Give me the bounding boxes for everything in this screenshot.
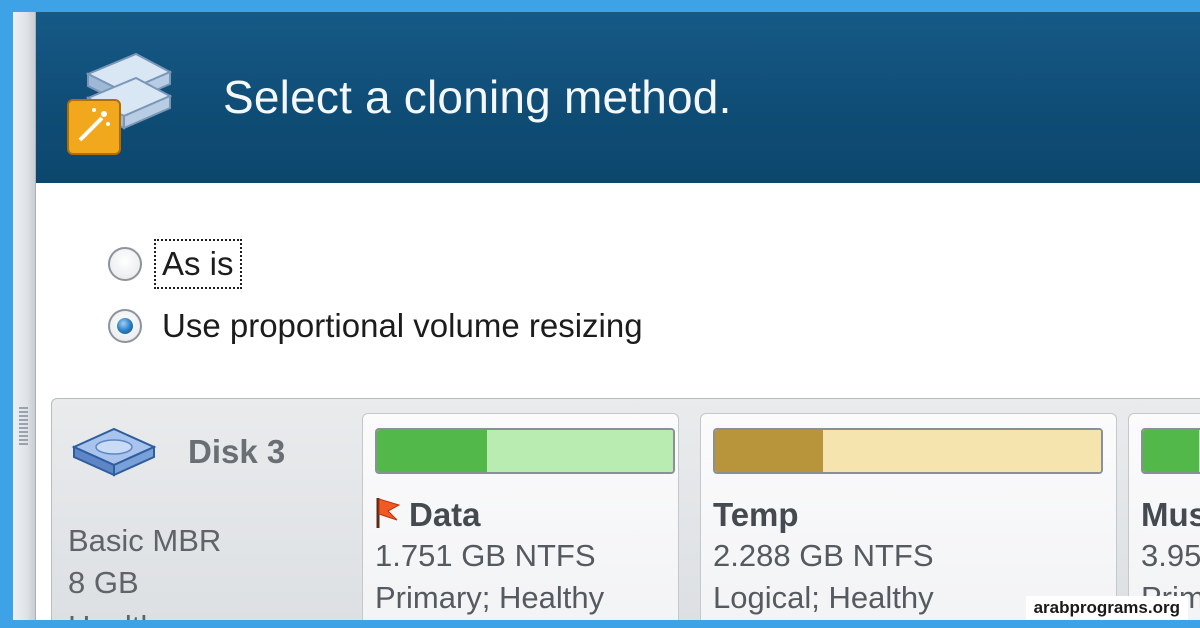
flag-icon — [376, 498, 401, 528]
partition-usage-bar — [713, 428, 1103, 474]
partition-used-fill — [377, 430, 487, 472]
partition-temp[interactable]: Temp 2.288 GB NTFS Logical; Healthy — [700, 413, 1117, 620]
partition-free-fill — [823, 430, 1101, 472]
partition-size: 3.95 — [1141, 538, 1200, 573]
partition-used-fill — [1143, 430, 1199, 472]
window-edge — [13, 12, 36, 620]
partition-size: 1.751 GB NTFS — [375, 538, 596, 573]
partition-size: 2.288 GB NTFS — [713, 538, 934, 573]
option-as-is-label[interactable]: As is — [154, 239, 242, 289]
partition-name-text: Data — [409, 496, 481, 533]
partition-name: Temp — [713, 496, 799, 534]
watermark: arabprograms.org — [1025, 596, 1188, 620]
disk-status: Healthy — [68, 609, 173, 620]
wizard-header: Select a cloning method. — [36, 12, 1200, 183]
partition-mus[interactable]: Mus 3.95 Prim — [1128, 413, 1200, 620]
partition-usage-bar — [375, 428, 675, 474]
option-proportional-resizing-label[interactable]: Use proportional volume resizing — [158, 305, 647, 347]
partition-data[interactable]: Data 1.751 GB NTFS Primary; Healthy — [362, 413, 679, 620]
option-as-is[interactable]: As is — [108, 239, 647, 289]
partition-name-text: Temp — [713, 496, 799, 533]
disk-type: Basic MBR — [68, 523, 222, 558]
partition-free-fill — [487, 430, 673, 472]
partition-usage-bar — [1141, 428, 1200, 474]
partition-used-fill — [715, 430, 823, 472]
radio-as-is[interactable] — [108, 247, 142, 281]
radio-proportional-resizing[interactable] — [108, 309, 142, 343]
disk-size: 8 GB — [68, 565, 139, 600]
clone-wizard-icon — [67, 52, 173, 155]
disk-map: Disk 3 Basic MBR 8 GB Healthy Data 1.751… — [51, 398, 1200, 620]
hard-disk-icon — [71, 427, 157, 477]
partition-status: Primary; Healthy — [375, 580, 605, 615]
cloning-method-options: As is Use proportional volume resizing — [108, 239, 647, 368]
partition-status: Logical; Healthy — [713, 580, 934, 615]
partition-name: Mus — [1141, 496, 1200, 534]
partition-name: Data — [375, 496, 481, 534]
wizard-title: Select a cloning method. — [223, 71, 732, 123]
disk-name: Disk 3 — [188, 433, 286, 470]
option-proportional-resizing[interactable]: Use proportional volume resizing — [108, 306, 647, 346]
partition-name-text: Mus — [1141, 496, 1200, 533]
wizard-window: Select a cloning method. As is Use propo… — [13, 12, 1200, 620]
resize-grip[interactable] — [19, 407, 28, 447]
